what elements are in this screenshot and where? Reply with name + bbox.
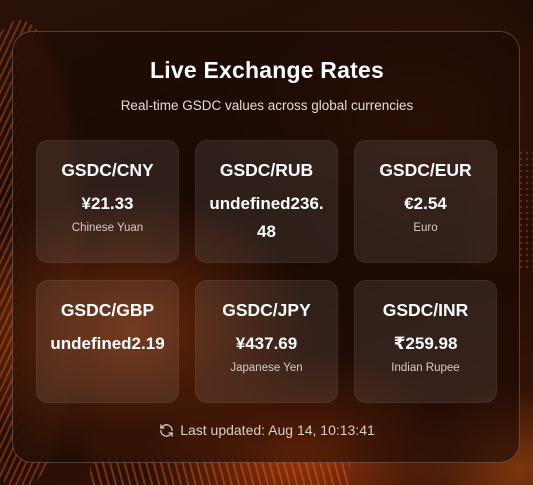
- rates-grid: GSDC/CNY ¥21.33 Chinese Yuan GSDC/RUB un…: [36, 140, 497, 403]
- page-title: Live Exchange Rates: [150, 57, 384, 83]
- rate-card-rub: GSDC/RUB undefined236.48: [195, 140, 338, 263]
- rate-card-gbp: GSDC/GBP undefined2.19: [36, 280, 179, 403]
- refresh-icon: [159, 423, 174, 442]
- rate-card-eur: GSDC/EUR €2.54 Euro: [354, 140, 497, 263]
- rate-value: undefined236.48: [209, 194, 324, 241]
- last-updated-text: Last updated: Aug 14, 10:13:41: [180, 422, 375, 438]
- page-subtitle: Real-time GSDC values across global curr…: [120, 98, 414, 113]
- currency-name: Japanese Yen: [230, 362, 303, 374]
- last-updated: Last updated: Aug 14, 10:13:41: [13, 421, 521, 442]
- rate-pair: GSDC/INR: [382, 300, 469, 320]
- currency-name: Indian Rupee: [391, 362, 460, 374]
- exchange-rates-panel: Live Exchange Rates Real-time GSDC value…: [12, 31, 520, 463]
- rate-pair: GSDC/EUR: [379, 160, 472, 180]
- rate-card-inr: GSDC/INR ₹259.98 Indian Rupee: [354, 280, 497, 403]
- rate-value: ¥21.33: [81, 194, 134, 213]
- rate-card-cny: GSDC/CNY ¥21.33 Chinese Yuan: [36, 140, 179, 263]
- rate-value: ¥437.69: [235, 334, 298, 353]
- rate-value: €2.54: [404, 194, 447, 213]
- rate-pair: GSDC/GBP: [60, 300, 155, 320]
- rate-value: ₹259.98: [393, 334, 458, 353]
- rate-value: undefined2.19: [50, 334, 165, 353]
- rate-card-jpy: GSDC/JPY ¥437.69 Japanese Yen: [195, 280, 338, 403]
- currency-name: Chinese Yuan: [71, 222, 144, 234]
- currency-name: Euro: [413, 222, 438, 234]
- rate-pair: GSDC/RUB: [219, 160, 314, 180]
- rate-pair: GSDC/CNY: [61, 160, 154, 180]
- rate-pair: GSDC/JPY: [222, 300, 311, 320]
